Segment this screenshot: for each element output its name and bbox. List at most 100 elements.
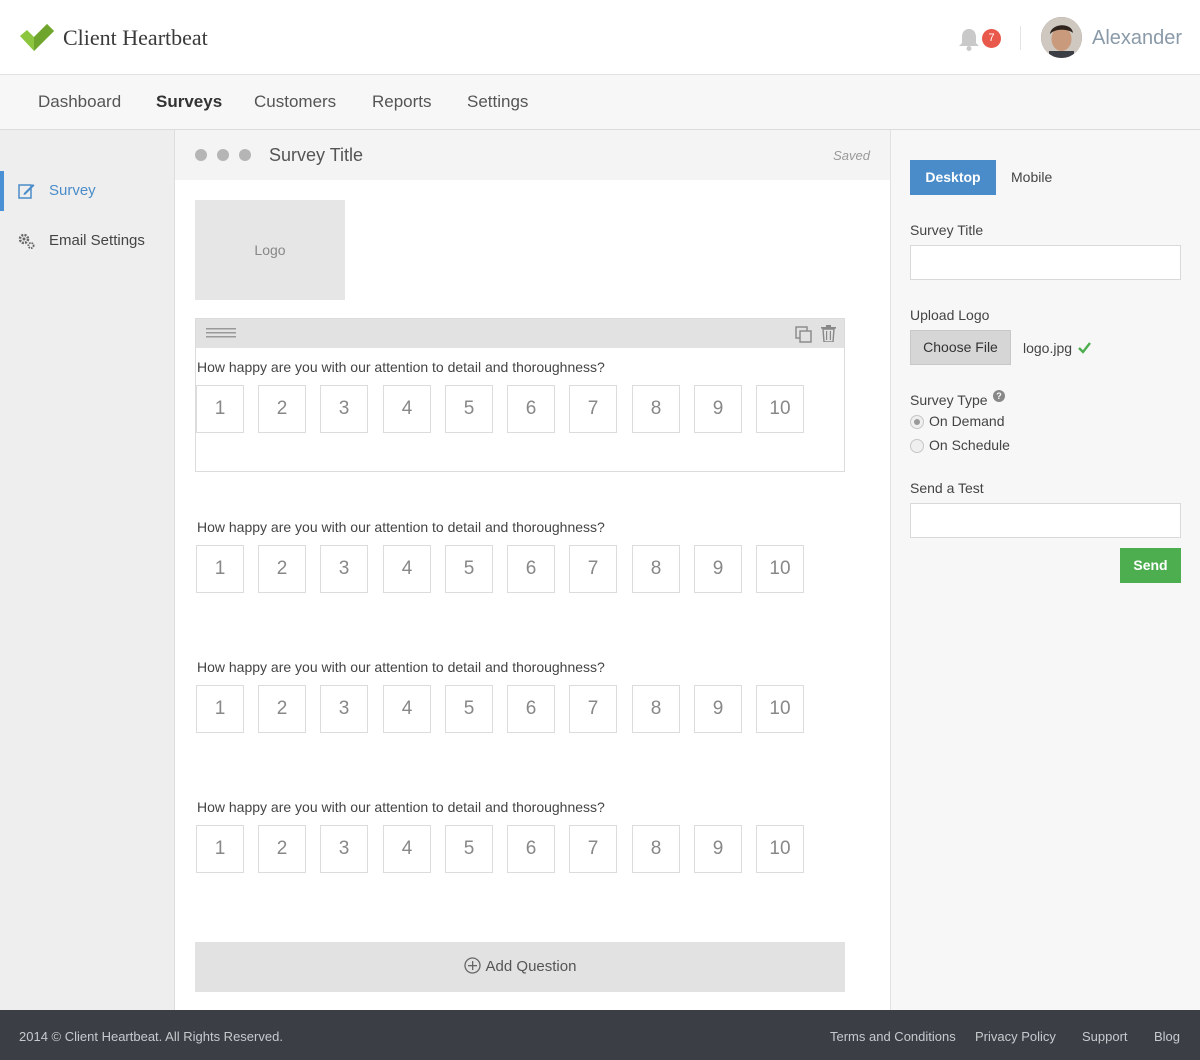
- avatar[interactable]: [1041, 17, 1082, 58]
- rating-option[interactable]: 7: [569, 825, 617, 873]
- rating-option[interactable]: 10: [756, 685, 804, 733]
- rating-option[interactable]: 2: [258, 685, 306, 733]
- rating-option[interactable]: 8: [632, 385, 680, 433]
- rating-scale: 1 2 3 4 5 6 7 8 9 10: [196, 545, 806, 593]
- rating-option[interactable]: 4: [383, 685, 431, 733]
- footer-link-support[interactable]: Support: [1082, 1029, 1128, 1044]
- rating-option[interactable]: 2: [258, 825, 306, 873]
- footer-link-terms[interactable]: Terms and Conditions: [830, 1029, 956, 1044]
- nav-surveys[interactable]: Surveys: [156, 92, 222, 112]
- window-dot: [195, 149, 207, 161]
- gears-icon: [18, 233, 35, 249]
- survey-type-label: Survey Type: [910, 392, 988, 408]
- user-name[interactable]: Alexander: [1092, 27, 1182, 50]
- rating-option[interactable]: 1: [196, 385, 244, 433]
- help-icon[interactable]: ?: [993, 390, 1005, 402]
- question-item: How happy are you with our attention to …: [175, 359, 825, 449]
- rating-option[interactable]: 5: [445, 685, 493, 733]
- sidebar-item-email-settings[interactable]: Email Settings: [0, 221, 175, 261]
- header-divider: [1020, 26, 1021, 50]
- rating-option[interactable]: 7: [569, 685, 617, 733]
- footer: 2014 © Client Heartbeat. All Rights Rese…: [0, 1010, 1200, 1060]
- rating-option[interactable]: 8: [632, 545, 680, 593]
- mobile-view-button[interactable]: Mobile: [1011, 160, 1052, 195]
- question-text[interactable]: How happy are you with our attention to …: [197, 799, 605, 815]
- add-question-button[interactable]: Add Question: [195, 942, 845, 992]
- sidebar-item-label: Survey: [49, 182, 96, 199]
- rating-option[interactable]: 3: [320, 685, 368, 733]
- rating-option[interactable]: 6: [507, 825, 555, 873]
- radio-button[interactable]: [910, 439, 924, 453]
- rating-option[interactable]: 9: [694, 545, 742, 593]
- rating-option[interactable]: 6: [507, 685, 555, 733]
- send-test-input[interactable]: [910, 503, 1181, 538]
- bell-icon[interactable]: [958, 27, 980, 51]
- duplicate-icon[interactable]: [795, 326, 812, 343]
- rating-option[interactable]: 3: [320, 545, 368, 593]
- question-text[interactable]: How happy are you with our attention to …: [197, 519, 605, 535]
- rating-option[interactable]: 9: [694, 825, 742, 873]
- rating-option[interactable]: 5: [445, 545, 493, 593]
- rating-option[interactable]: 1: [196, 825, 244, 873]
- rating-scale: 1 2 3 4 5 6 7 8 9 10: [196, 825, 806, 873]
- brand-name[interactable]: Client Heartbeat: [63, 25, 208, 51]
- client-heartbeat-logo-icon[interactable]: [20, 24, 54, 52]
- rating-scale: 1 2 3 4 5 6 7 8 9 10: [196, 385, 806, 433]
- copyright-text: 2014 © Client Heartbeat. All Rights Rese…: [19, 1029, 283, 1044]
- add-question-label: Add Question: [485, 958, 577, 975]
- sidebar: Survey Email Settings: [0, 130, 175, 1010]
- logo-placeholder-label: Logo: [254, 242, 286, 258]
- nav-reports[interactable]: Reports: [372, 92, 432, 112]
- rating-option[interactable]: 9: [694, 385, 742, 433]
- nav-settings[interactable]: Settings: [467, 92, 528, 112]
- footer-link-privacy[interactable]: Privacy Policy: [975, 1029, 1056, 1044]
- rating-option[interactable]: 7: [569, 385, 617, 433]
- uploaded-file-name: logo.jpg: [1023, 340, 1073, 356]
- sidebar-item-survey[interactable]: Survey: [0, 171, 175, 211]
- rating-option[interactable]: 3: [320, 385, 368, 433]
- rating-option[interactable]: 2: [258, 545, 306, 593]
- editor-header: Survey Title Saved: [175, 130, 890, 180]
- rating-option[interactable]: 5: [445, 825, 493, 873]
- rating-option[interactable]: 10: [756, 825, 804, 873]
- nav-dashboard[interactable]: Dashboard: [38, 92, 121, 112]
- radio-label: On Schedule: [929, 437, 1010, 453]
- radio-button[interactable]: [910, 415, 924, 429]
- footer-link-blog[interactable]: Blog: [1154, 1029, 1180, 1044]
- send-button[interactable]: Send: [1120, 548, 1181, 583]
- rating-option[interactable]: 5: [445, 385, 493, 433]
- rating-option[interactable]: 4: [383, 385, 431, 433]
- question-item: How happy are you with our attention to …: [175, 659, 825, 749]
- survey-title-input[interactable]: [910, 245, 1181, 280]
- question-text[interactable]: How happy are you with our attention to …: [197, 659, 605, 675]
- rating-option[interactable]: 10: [756, 385, 804, 433]
- survey-title[interactable]: Survey Title: [269, 145, 363, 166]
- rating-option[interactable]: 6: [507, 385, 555, 433]
- upload-logo-label: Upload Logo: [910, 307, 990, 323]
- rating-option[interactable]: 2: [258, 385, 306, 433]
- choose-file-button[interactable]: Choose File: [910, 330, 1011, 365]
- rating-option[interactable]: 4: [383, 545, 431, 593]
- rating-option[interactable]: 6: [507, 545, 555, 593]
- send-test-label: Send a Test: [910, 480, 984, 496]
- rating-option[interactable]: 4: [383, 825, 431, 873]
- checkmark-icon: [1078, 342, 1091, 354]
- notification-count-badge[interactable]: 7: [982, 29, 1001, 48]
- rating-option[interactable]: 3: [320, 825, 368, 873]
- desktop-view-button[interactable]: Desktop: [910, 160, 996, 195]
- rating-option[interactable]: 7: [569, 545, 617, 593]
- question-item: How happy are you with our attention to …: [175, 519, 825, 609]
- rating-option[interactable]: 8: [632, 685, 680, 733]
- rating-option[interactable]: 10: [756, 545, 804, 593]
- logo-placeholder[interactable]: Logo: [195, 200, 345, 300]
- question-item: How happy are you with our attention to …: [175, 799, 825, 889]
- nav-customers[interactable]: Customers: [254, 92, 336, 112]
- rating-option[interactable]: 9: [694, 685, 742, 733]
- question-text[interactable]: How happy are you with our attention to …: [197, 359, 605, 375]
- window-dot: [217, 149, 229, 161]
- rating-option[interactable]: 8: [632, 825, 680, 873]
- rating-option[interactable]: 1: [196, 685, 244, 733]
- drag-handle-icon[interactable]: [206, 328, 236, 338]
- trash-icon[interactable]: [821, 325, 836, 342]
- rating-option[interactable]: 1: [196, 545, 244, 593]
